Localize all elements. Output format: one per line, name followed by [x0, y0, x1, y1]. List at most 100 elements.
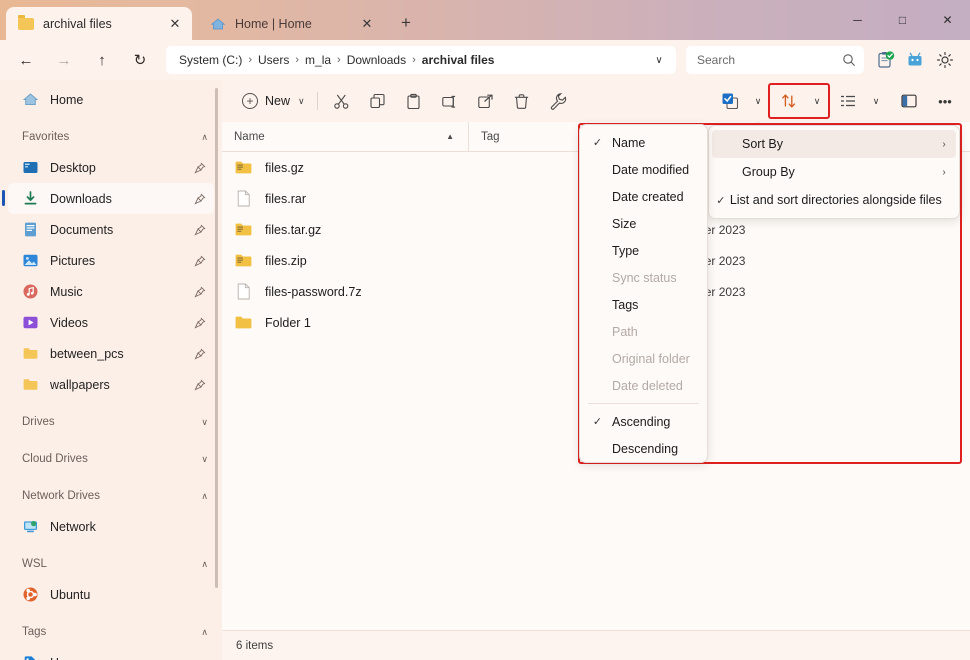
column-label: Name [234, 131, 265, 143]
breadcrumb-item-0[interactable]: System (C:) [176, 51, 245, 69]
chevron-down-icon[interactable]: ∨ [646, 48, 672, 72]
sidebar-scrollbar[interactable] [215, 88, 218, 588]
maximize-button[interactable]: □ [880, 0, 925, 40]
pin-icon[interactable] [194, 379, 214, 391]
sidebar-item-network[interactable]: Network [8, 511, 214, 542]
submenu-item-size[interactable]: Size [583, 210, 704, 237]
submenu-item-type[interactable]: Type [583, 237, 704, 264]
refresh-button[interactable]: ↻ [124, 44, 156, 76]
settings-gear-icon[interactable] [930, 45, 960, 75]
share-button[interactable] [469, 86, 503, 116]
sidebar-item-downloads[interactable]: Downloads [8, 183, 214, 214]
chevron-down-icon[interactable]: ∨ [866, 86, 886, 116]
more-button[interactable]: ••• [928, 86, 962, 116]
pin-icon[interactable] [194, 162, 214, 174]
tab-archival-files[interactable]: archival files ✕ [6, 7, 192, 40]
breadcrumb-separator: › [295, 54, 299, 66]
file-name-cell: files.gz [222, 158, 468, 177]
column-header-tag[interactable]: Tag [468, 122, 588, 152]
submenu-item-date-created[interactable]: Date created [583, 183, 704, 210]
back-button[interactable]: ← [10, 44, 42, 76]
sidebar-item-documents[interactable]: Documents [8, 214, 214, 245]
sidebar-section-cloud-drives[interactable]: Cloud Drives ∨ [0, 444, 222, 474]
menu-item-sort-by[interactable]: Sort By › [712, 130, 956, 158]
breadcrumb-separator: › [337, 54, 341, 66]
chevron-down-icon[interactable]: ∨ [298, 96, 305, 107]
file-name-cell: files.rar [222, 189, 468, 208]
chevron-down-icon[interactable]: ∨ [807, 86, 827, 116]
pin-icon[interactable] [194, 193, 214, 205]
sidebar-item-videos[interactable]: Videos [8, 307, 214, 338]
check-icon: ✓ [712, 194, 730, 207]
pin-icon[interactable] [194, 224, 214, 236]
tab-home[interactable]: Home | Home ✕ [198, 7, 384, 40]
sidebar-item-between-pcs[interactable]: between_pcs [8, 338, 214, 369]
delete-button[interactable] [505, 86, 539, 116]
sidebar-section-wsl[interactable]: WSL ∧ [0, 549, 222, 579]
new-button[interactable]: + New ∨ [234, 86, 311, 116]
view-button[interactable] [831, 86, 865, 116]
desktop-icon [22, 159, 39, 176]
sidebar-item-ubuntu[interactable]: Ubuntu [8, 579, 214, 610]
submenu-item-name[interactable]: ✓ Name [583, 129, 704, 156]
sidebar-section-drives[interactable]: Drives ∨ [0, 407, 222, 437]
sidebar-item-desktop[interactable]: Desktop [8, 152, 214, 183]
minimize-button[interactable]: ─ [835, 0, 880, 40]
search-icon [842, 53, 856, 67]
chevron-up-icon[interactable]: ∧ [201, 491, 208, 502]
clipboard-sync-icon[interactable] [870, 45, 900, 75]
close-icon[interactable]: ✕ [356, 13, 378, 35]
sidebar-item-wallpapers[interactable]: wallpapers [8, 369, 214, 400]
sidebar-section-favorites[interactable]: Favorites ∧ [0, 122, 222, 152]
close-icon[interactable]: ✕ [164, 13, 186, 35]
view-group: ∨ [830, 86, 886, 116]
menu-item-list-sort-directories[interactable]: ✓ List and sort directories alongside fi… [712, 186, 956, 214]
home-icon [22, 91, 39, 108]
breadcrumb-item-1[interactable]: Users [255, 51, 292, 69]
sidebar-item-tag-home[interactable]: Home [8, 647, 214, 660]
sort-button[interactable] [772, 86, 806, 116]
breadcrumb-separator: › [248, 54, 252, 66]
chevron-down-icon[interactable]: ∨ [748, 86, 768, 116]
search-input[interactable]: Search [686, 46, 864, 74]
sidebar-section-network-drives[interactable]: Network Drives ∧ [0, 481, 222, 511]
chevron-up-icon[interactable]: ∧ [201, 132, 208, 143]
pin-icon[interactable] [194, 286, 214, 298]
up-button[interactable]: ↑ [86, 44, 118, 76]
close-button[interactable]: ✕ [925, 0, 970, 40]
address-bar[interactable]: System (C:) › Users › m_la › Downloads ›… [166, 46, 676, 74]
select-button[interactable] [713, 86, 747, 116]
chevron-up-icon[interactable]: ∧ [201, 559, 208, 570]
zip-folder-icon [234, 251, 253, 270]
new-tab-button[interactable]: + [392, 9, 420, 37]
properties-button[interactable] [541, 86, 575, 116]
column-header-name[interactable]: Name ▲ [222, 122, 468, 152]
chevron-down-icon[interactable]: ∨ [201, 454, 208, 465]
breadcrumb-item-4[interactable]: archival files [419, 51, 498, 69]
submenu-item-tags[interactable]: Tags [583, 291, 704, 318]
sidebar-item-music[interactable]: Music [8, 276, 214, 307]
submenu-item-descending[interactable]: Descending [583, 435, 704, 462]
menu-item-group-by[interactable]: Group By › [712, 158, 956, 186]
sidebar-section-tags[interactable]: Tags ∧ [0, 617, 222, 647]
sidebar-item-pictures[interactable]: Pictures [8, 245, 214, 276]
pin-icon[interactable] [194, 255, 214, 267]
search-placeholder: Search [697, 53, 842, 67]
rename-button[interactable] [433, 86, 467, 116]
cut-button[interactable] [325, 86, 359, 116]
breadcrumb-item-3[interactable]: Downloads [344, 51, 409, 69]
submenu-item-date-modified[interactable]: Date modified [583, 156, 704, 183]
pin-icon[interactable] [194, 348, 214, 360]
paste-button[interactable] [397, 86, 431, 116]
folder-icon [18, 16, 34, 32]
details-pane-button[interactable] [892, 86, 926, 116]
copy-button[interactable] [361, 86, 395, 116]
submenu-item-ascending[interactable]: ✓ Ascending [583, 408, 704, 435]
pin-icon[interactable] [194, 317, 214, 329]
breadcrumb-item-2[interactable]: m_la [302, 51, 334, 69]
sidebar-item-home[interactable]: Home [8, 84, 214, 115]
chevron-up-icon[interactable]: ∧ [201, 627, 208, 638]
chevron-down-icon[interactable]: ∨ [201, 417, 208, 428]
app-extension-icon[interactable] [900, 45, 930, 75]
file-name: files.rar [265, 192, 306, 206]
